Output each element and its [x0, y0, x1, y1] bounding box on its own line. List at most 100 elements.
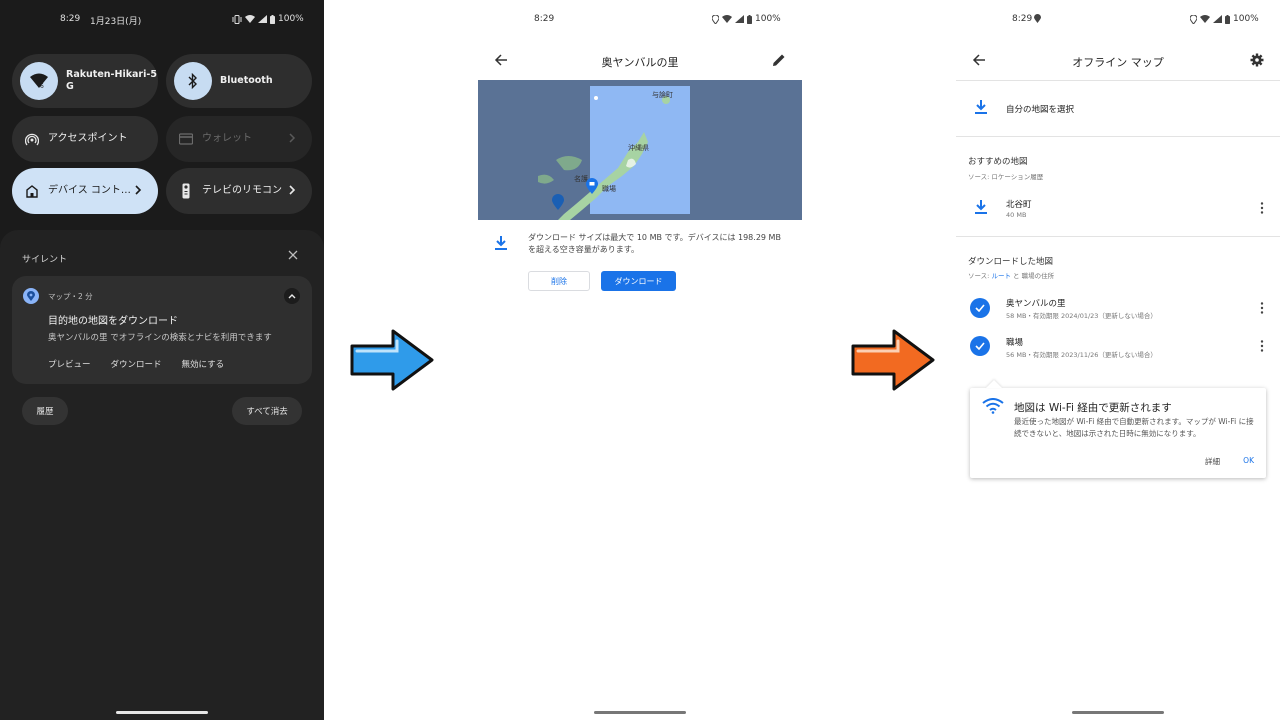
offline-maps-panel: 8:29 100% オフライン マップ 自分の地図を選択 おすすめの地図 ソース…	[956, 0, 1280, 720]
preview-action[interactable]: プレビュー	[48, 358, 91, 370]
delete-button[interactable]: 削除	[528, 271, 590, 291]
battery-icon	[1225, 14, 1230, 24]
downloaded-map-row[interactable]: 職場 56 MB・有効期限 2023/11/26（更新しない場合）	[956, 332, 1280, 364]
downloaded-map-detail: 58 MB・有効期限 2024/01/23（更新しない場合）	[1006, 312, 1157, 320]
map-preview[interactable]: 与論町 沖縄県 職場 名護	[478, 80, 802, 220]
more-vert-icon[interactable]	[1260, 302, 1264, 314]
downloaded-map-name: 職場	[1006, 338, 1024, 348]
notification-card[interactable]: マップ・2 分 目的地の地図をダウンロード 奥ヤンバルの里 でオフラインの検索と…	[12, 276, 312, 384]
gesture-nav-bar[interactable]	[1072, 711, 1164, 714]
divider	[956, 80, 1280, 81]
download-action[interactable]: ダウンロード	[111, 358, 162, 370]
battery-level: 100%	[1233, 14, 1259, 24]
source-prefix: ソース:	[968, 272, 992, 280]
tooltip-title: 地図は Wi-Fi 経由で更新されます	[1014, 402, 1172, 414]
tile-wallet[interactable]: ウォレット	[166, 116, 312, 162]
notification-meta: マップ・2 分	[48, 292, 93, 301]
page-title: 奥ヤンバルの里	[601, 56, 679, 69]
recommended-header: おすすめの地図	[968, 157, 1028, 167]
downloaded-map-detail: 56 MB・有効期限 2023/11/26（更新しない場合）	[1006, 351, 1157, 359]
battery-icon	[747, 14, 752, 24]
wifi-status-icon	[245, 15, 255, 23]
settings-gear-icon[interactable]	[1250, 53, 1264, 67]
chevron-right-icon	[135, 185, 142, 195]
bluetooth-icon	[174, 62, 212, 100]
source-suffix: と 職場の住所	[1010, 272, 1055, 280]
gesture-nav-bar[interactable]	[116, 711, 208, 714]
close-icon[interactable]	[286, 248, 300, 262]
status-time: 8:29	[1012, 14, 1033, 24]
wifi-status-icon	[1200, 15, 1210, 23]
blue-arrow-icon	[350, 329, 434, 391]
home-icon	[24, 183, 40, 199]
download-preview-panel: 8:29 100% 奥ヤンバルの里 与論町 沖縄県 職場 名護 ダウンロード サ…	[478, 0, 802, 720]
tile-tv-remote[interactable]: テレビのリモコン	[166, 168, 312, 214]
collapse-icon[interactable]	[284, 288, 300, 304]
map-label-north: 与論町	[652, 91, 673, 99]
more-vert-icon[interactable]	[1260, 340, 1264, 352]
maps-app-icon	[23, 288, 39, 304]
recommended-map-row[interactable]: 北谷町 40 MB	[956, 190, 1280, 224]
tile-tv-remote-label: テレビのリモコン	[202, 185, 282, 196]
disable-action[interactable]: 無効にする	[182, 358, 225, 370]
status-bar: 8:29 100%	[956, 14, 1280, 28]
status-icons: 100%	[232, 14, 304, 24]
notification-body: 奥ヤンバルの里 でオフラインの検索とナビを利用できます	[48, 333, 272, 343]
battery-level: 100%	[278, 14, 304, 24]
recommended-map-name: 北谷町	[1006, 200, 1032, 210]
notification-area: サイレント マップ・2 分 目的地の地図をダウンロード 奥ヤンバルの里 でオフラ…	[0, 230, 324, 720]
status-time: 8:29	[534, 14, 555, 24]
downloaded-source: ソース: ルート と 職場の住所	[968, 270, 1054, 280]
tooltip-caret	[986, 380, 1002, 388]
select-own-map-row[interactable]: 自分の地図を選択	[956, 86, 1280, 130]
wifi-update-tooltip: 地図は Wi-Fi 経由で更新されます 最近使った地図が Wi-Fi 経由で自動…	[970, 380, 1266, 478]
download-icon	[975, 200, 987, 214]
signal-icon	[1213, 15, 1222, 23]
notification-actions: プレビュー ダウンロード 無効にする	[48, 358, 224, 370]
battery-level: 100%	[755, 14, 781, 24]
recommended-map-size: 40 MB	[1006, 211, 1027, 219]
gesture-nav-bar[interactable]	[594, 711, 686, 714]
section-silent-label: サイレント	[22, 255, 68, 265]
tile-bluetooth-label: Bluetooth	[220, 75, 273, 86]
route-link[interactable]: ルート	[991, 272, 1011, 280]
more-vert-icon[interactable]	[1260, 202, 1264, 214]
check-circle-icon	[970, 336, 990, 356]
tile-hotspot-label: アクセスポイント	[48, 133, 128, 144]
wallet-icon	[178, 131, 194, 147]
notification-title: 目的地の地図をダウンロード	[48, 316, 178, 327]
location-icon	[1034, 14, 1041, 23]
tile-wallet-label: ウォレット	[202, 133, 252, 144]
downloaded-map-row[interactable]: 奥ヤンバルの里 58 MB・有効期限 2024/01/23（更新しない場合）	[956, 292, 1280, 324]
location-outline-icon	[1190, 14, 1197, 24]
edit-pencil-icon[interactable]	[772, 53, 786, 67]
tooltip-body: 最近使った地図が Wi-Fi 経由で自動更新されます。マップが Wi-Fi に接…	[1014, 417, 1254, 438]
check-circle-icon	[970, 298, 990, 318]
tile-bluetooth[interactable]: Bluetooth	[166, 54, 312, 108]
quick-settings-panel: 8:29 1月23日(月) 100% 6 Rakuten-Hikari-5 G …	[0, 0, 324, 720]
status-date: 1月23日(月)	[90, 17, 142, 27]
tooltip-detail-button[interactable]: 詳細	[1205, 456, 1220, 467]
svg-text:6: 6	[40, 83, 44, 89]
tile-device-controls[interactable]: デバイス コント…	[12, 168, 158, 214]
chevron-right-icon	[289, 185, 296, 195]
wifi-icon: 6	[20, 62, 58, 100]
status-bar: 8:29 1月23日(月) 100%	[0, 14, 324, 28]
select-own-map-label: 自分の地図を選択	[1006, 105, 1075, 115]
remote-icon	[178, 183, 194, 199]
map-label-okinawa: 沖縄県	[628, 144, 649, 152]
work-pin-icon[interactable]	[586, 178, 598, 194]
tile-hotspot[interactable]: アクセスポイント	[12, 116, 158, 162]
download-button[interactable]: ダウンロード	[601, 271, 676, 291]
tooltip-ok-button[interactable]: OK	[1243, 456, 1254, 465]
location-pin-icon[interactable]	[552, 194, 564, 210]
vibrate-icon	[232, 14, 242, 24]
recommended-source: ソース: ロケーション履歴	[968, 173, 1044, 181]
clear-all-button[interactable]: すべて消去	[232, 397, 302, 425]
hotspot-icon	[24, 131, 40, 147]
history-button[interactable]: 履歴	[22, 397, 68, 425]
tile-wifi[interactable]: 6 Rakuten-Hikari-5 G	[12, 54, 158, 108]
tile-device-controls-label: デバイス コント…	[48, 185, 131, 196]
download-icon	[975, 100, 987, 114]
downloaded-header: ダウンロードした地図	[968, 257, 1054, 267]
